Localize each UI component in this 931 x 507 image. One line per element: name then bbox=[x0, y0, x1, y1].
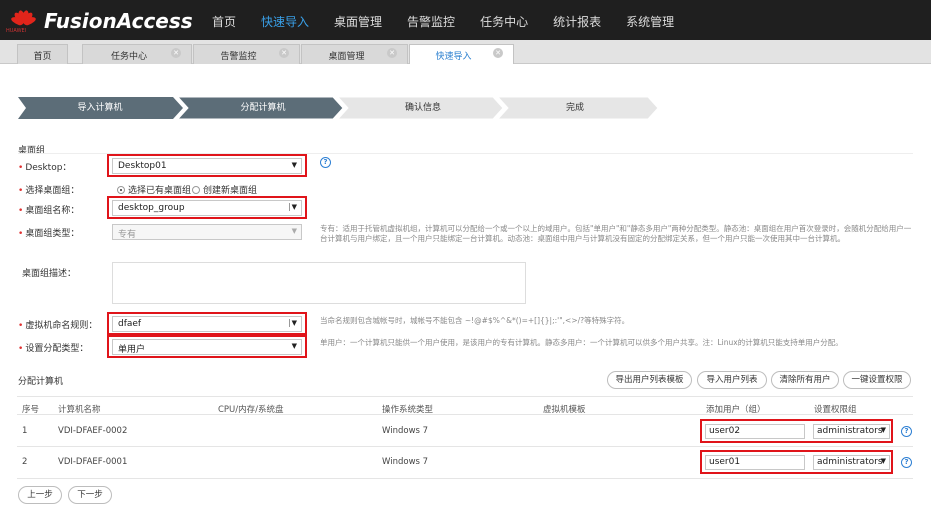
group-type-label: • 桌面组类型： bbox=[18, 229, 80, 239]
highlight-box bbox=[700, 419, 893, 443]
row-computer-name: VDI-DFAEF-0002 bbox=[58, 426, 128, 436]
desktop-label: • Desktop： bbox=[18, 163, 72, 173]
clear-users-button[interactable]: 清除所有用户 bbox=[771, 371, 839, 389]
vm-naming-label: • 虚拟机命名规则： bbox=[18, 321, 98, 331]
highlight-box bbox=[107, 196, 307, 219]
group-type-hint: 专有：适用于托管机虚拟机组，计算机可以分配给一个或一个以上的域用户。包括"单用户… bbox=[320, 224, 912, 243]
tab-label: 任务中心 bbox=[110, 52, 147, 62]
close-icon[interactable]: ✕ bbox=[387, 48, 397, 58]
divider bbox=[17, 414, 913, 415]
nav-statistics[interactable]: 统计报表 bbox=[553, 13, 601, 30]
tab-label: 首页 bbox=[33, 52, 52, 62]
label-text: 选择桌面组： bbox=[25, 186, 80, 196]
close-icon[interactable]: ✕ bbox=[279, 48, 289, 58]
help-icon[interactable]: ? bbox=[901, 426, 912, 437]
nav-quick-import[interactable]: 快速导入 bbox=[261, 13, 309, 30]
group-desc-textarea[interactable] bbox=[112, 262, 526, 304]
one-key-permission-button[interactable]: 一键设置权限 bbox=[843, 371, 911, 389]
highlight-box bbox=[107, 335, 307, 358]
help-icon[interactable]: ? bbox=[320, 157, 331, 168]
row-os: Windows 7 bbox=[382, 426, 429, 436]
assign-type-hint: 单用户：一个计算机只能供一个用户使用，是该用户的专有计算机。静态多用户：一个计算… bbox=[320, 338, 843, 347]
step-import-computer: 导入计算机 bbox=[77, 103, 123, 113]
close-icon[interactable]: ✕ bbox=[493, 48, 503, 58]
tab-label: 桌面管理 bbox=[328, 52, 365, 62]
radio-checked-icon[interactable] bbox=[117, 185, 125, 194]
radio-new-group[interactable]: 创建新桌面组 bbox=[192, 183, 257, 196]
next-step-button[interactable]: 下一步 bbox=[68, 486, 112, 504]
nav-alarm[interactable]: 告警监控 bbox=[407, 13, 455, 30]
tab-quick-import[interactable]: 快速导入 ✕ bbox=[409, 44, 514, 64]
label-text: 虚拟机命名规则： bbox=[25, 321, 98, 331]
section-assign-computer: 分配计算机 bbox=[18, 377, 64, 387]
tab-desktop[interactable]: 桌面管理 ✕ bbox=[301, 44, 408, 64]
step-confirm: 确认信息 bbox=[404, 103, 441, 113]
brand-name: FusionAccess bbox=[44, 9, 193, 33]
prev-step-button[interactable]: 上一步 bbox=[18, 486, 62, 504]
main-nav: 首页 快速导入 桌面管理 告警监控 任务中心 统计报表 系统管理 bbox=[212, 13, 699, 30]
radio-icon[interactable] bbox=[192, 185, 200, 194]
nav-desktop-mgmt[interactable]: 桌面管理 bbox=[334, 13, 382, 30]
top-header: FusionAccess HUAWEI 首页 快速导入 桌面管理 告警监控 任务… bbox=[0, 0, 931, 40]
tab-bar: 首页 任务中心 ✕ 告警监控 ✕ 桌面管理 ✕ 快速导入 ✕ bbox=[0, 40, 931, 64]
step-done: 完成 bbox=[565, 103, 584, 113]
group-name-label: • 桌面组名称： bbox=[18, 206, 80, 216]
help-icon[interactable]: ? bbox=[901, 457, 912, 468]
brand-sub: HUAWEI bbox=[6, 28, 27, 34]
nav-home[interactable]: 首页 bbox=[212, 13, 236, 30]
row-no: 1 bbox=[22, 426, 28, 436]
radio-existing-group[interactable]: 选择已有桌面组 bbox=[117, 183, 191, 196]
row-computer-name: VDI-DFAEF-0001 bbox=[58, 457, 128, 467]
close-icon[interactable]: ✕ bbox=[171, 48, 181, 58]
label-text: Desktop： bbox=[25, 163, 72, 173]
select-value: 专有 bbox=[118, 230, 137, 240]
dropdown-arrow-icon: ▼ bbox=[291, 227, 297, 235]
row-os: Windows 7 bbox=[382, 457, 429, 467]
assign-type-label: • 设置分配类型： bbox=[18, 344, 89, 354]
tab-alarm[interactable]: 告警监控 ✕ bbox=[193, 44, 300, 64]
divider bbox=[17, 396, 913, 397]
group-desc-label: 桌面组描述： bbox=[22, 269, 77, 279]
radio-label: 创建新桌面组 bbox=[203, 186, 258, 196]
highlight-box bbox=[107, 154, 307, 177]
group-type-select: 专有 ▼ bbox=[112, 224, 302, 240]
select-group-label: • 选择桌面组： bbox=[18, 186, 80, 196]
tab-label: 告警监控 bbox=[220, 52, 257, 62]
tab-task-center[interactable]: 任务中心 ✕ bbox=[82, 44, 192, 64]
brand-logo[interactable]: FusionAccess bbox=[8, 9, 193, 33]
export-template-button[interactable]: 导出用户列表模板 bbox=[607, 371, 692, 389]
radio-label: 选择已有桌面组 bbox=[128, 186, 192, 196]
vm-naming-hint: 当命名规则包含城帐号时，城帐号不能包含 ~!@#$%^&*()=+[]{}|;:… bbox=[320, 316, 630, 325]
label-text: 设置分配类型： bbox=[25, 344, 89, 354]
row-no: 2 bbox=[22, 457, 28, 467]
tab-label: 快速导入 bbox=[435, 52, 472, 62]
section-desktop-group: 桌面组 bbox=[18, 146, 46, 156]
nav-system[interactable]: 系统管理 bbox=[626, 13, 674, 30]
divider bbox=[17, 478, 913, 479]
import-user-list-button[interactable]: 导入用户列表 bbox=[697, 371, 767, 389]
highlight-box bbox=[700, 450, 893, 474]
nav-task-center[interactable]: 任务中心 bbox=[480, 13, 528, 30]
step-assign-computer: 分配计算机 bbox=[240, 103, 286, 113]
highlight-box bbox=[107, 312, 307, 335]
tab-home[interactable]: 首页 bbox=[17, 44, 68, 64]
label-text: 桌面组名称： bbox=[25, 206, 80, 216]
label-text: 桌面组类型： bbox=[25, 229, 80, 239]
divider bbox=[17, 446, 913, 447]
